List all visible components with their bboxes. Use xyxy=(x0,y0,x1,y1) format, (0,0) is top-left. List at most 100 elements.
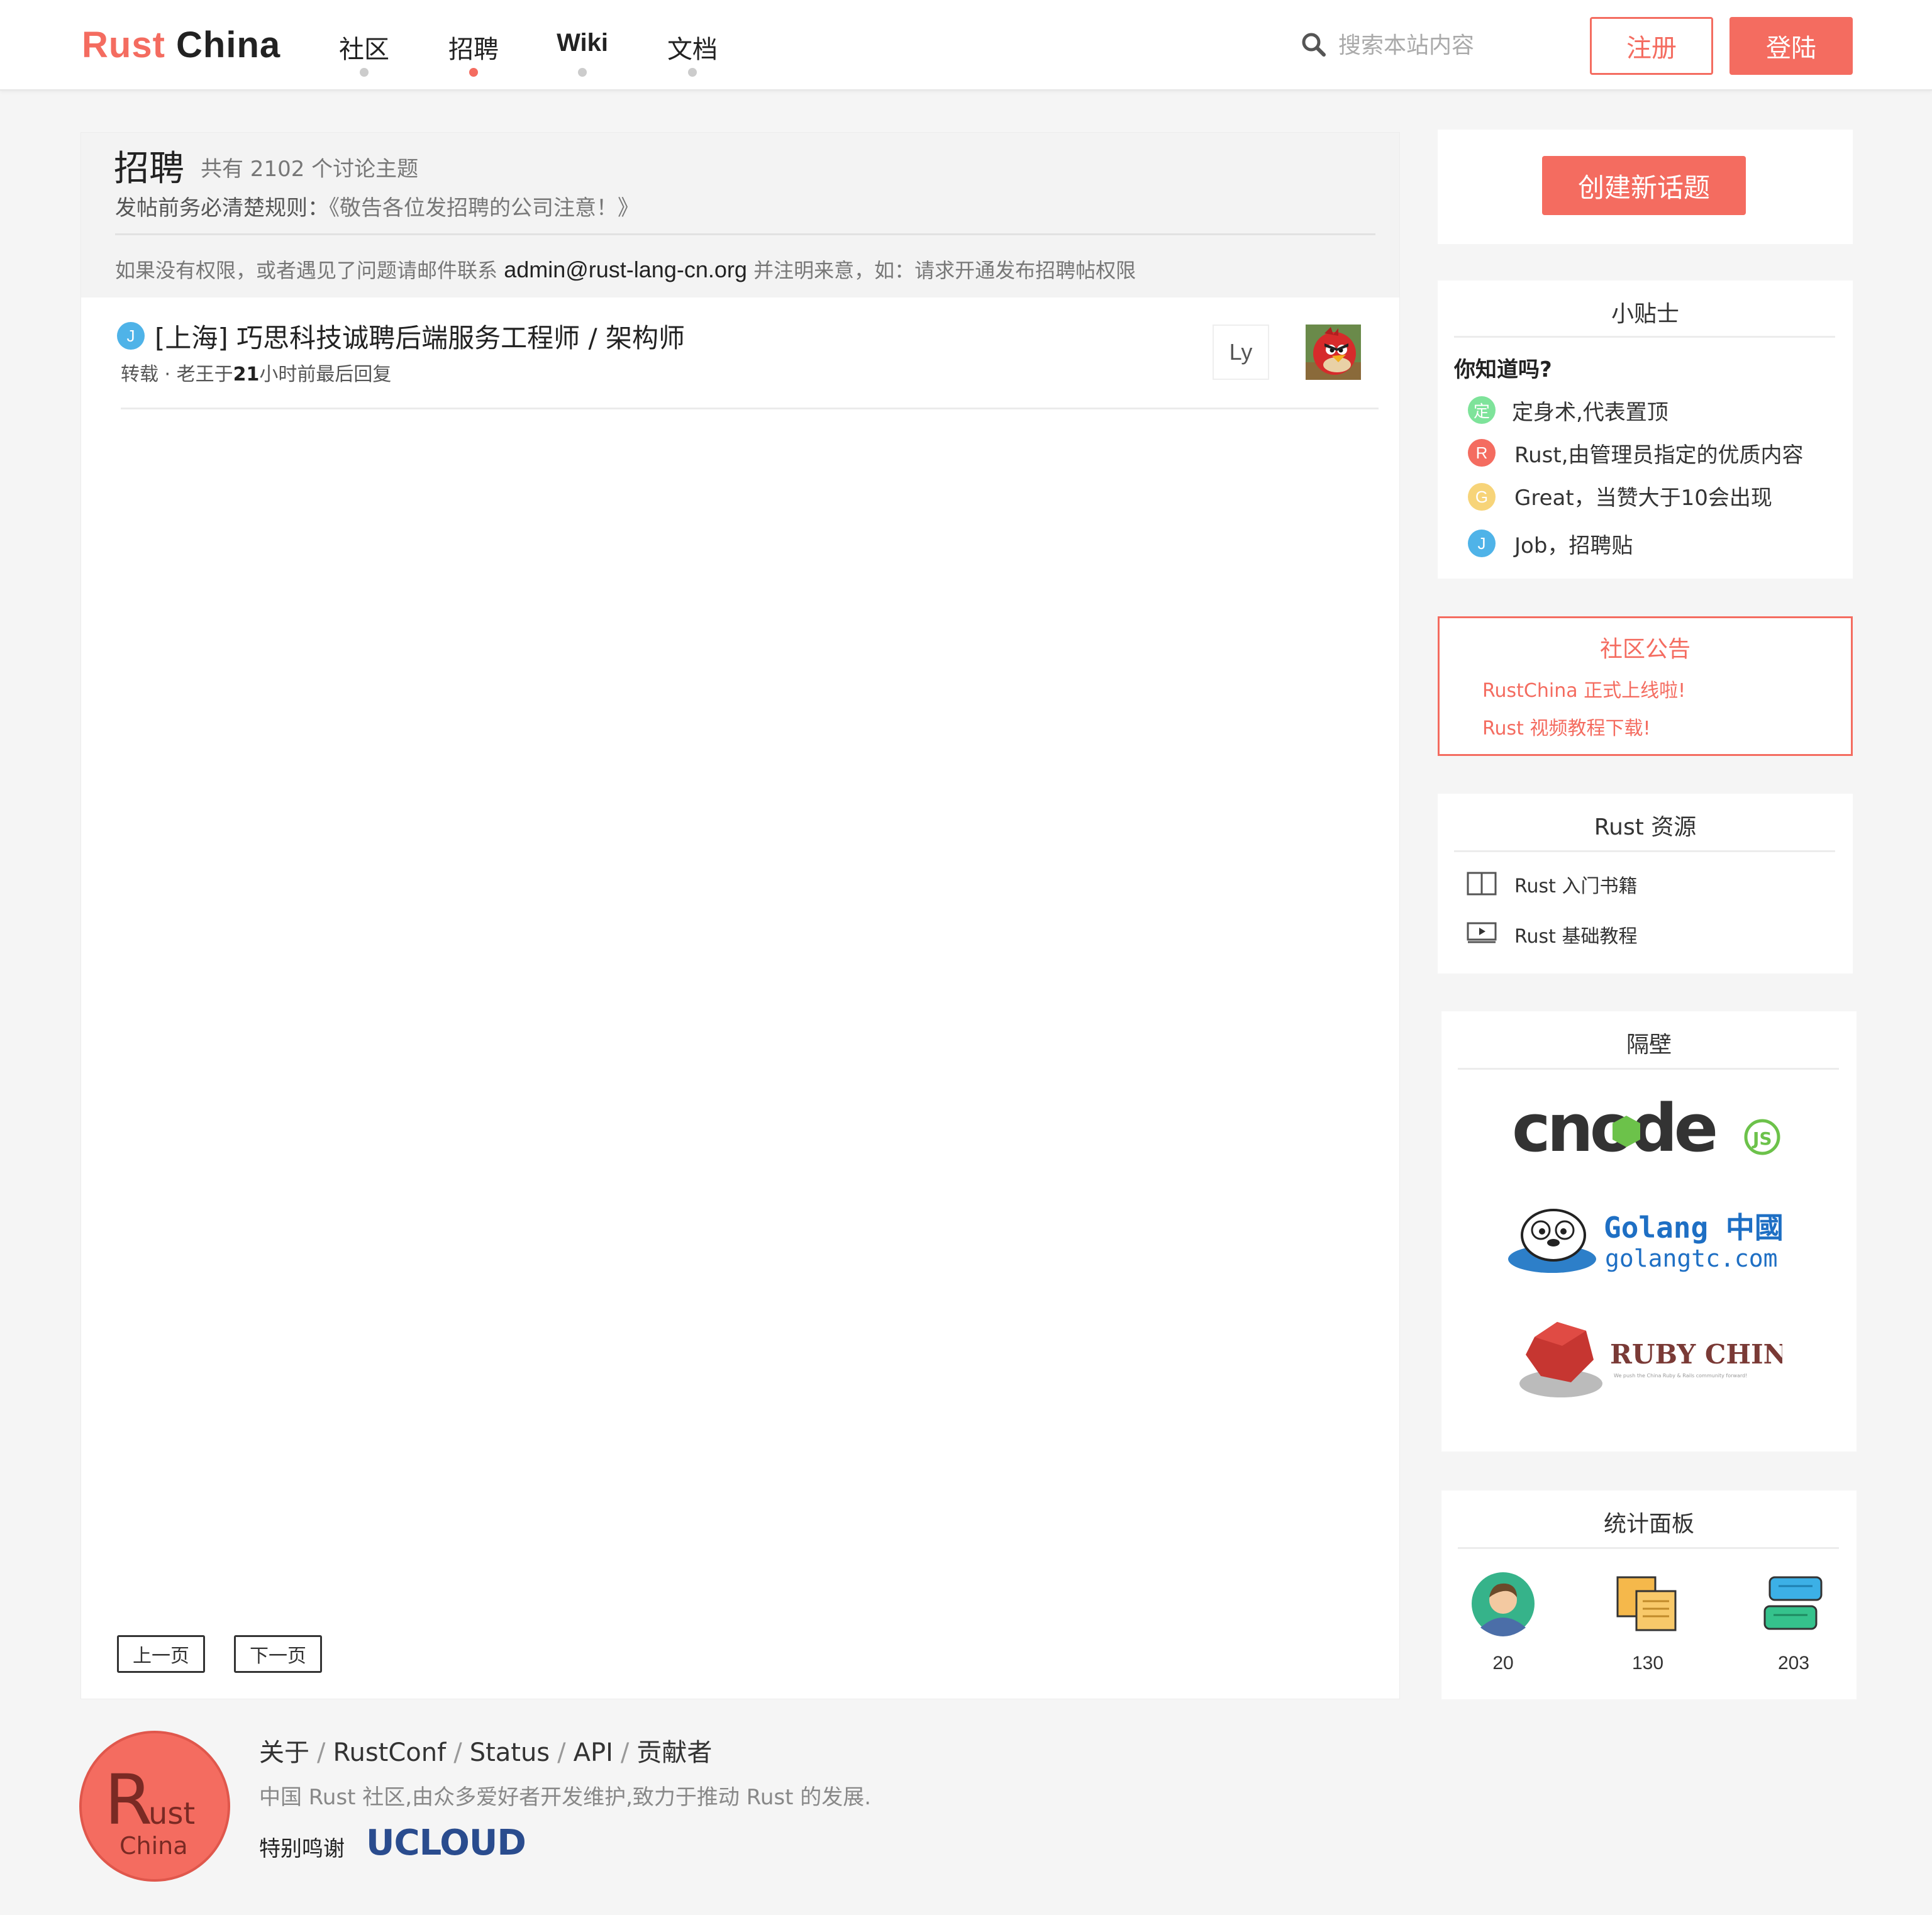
tips-title: 小贴士 xyxy=(1611,301,1679,327)
search-box xyxy=(1301,28,1565,63)
footer-link-contributors[interactable]: 贡献者 xyxy=(636,1738,712,1767)
footer-description: 中国 Rust 社区,由众多爱好者开发维护,致力于推动 Rust 的发展. xyxy=(259,1785,872,1810)
nav-docs[interactable]: 文档 xyxy=(665,29,719,79)
tip-job: Job，招聘贴 xyxy=(1514,533,1633,558)
resources-card: Rust 资源 xyxy=(1438,794,1853,974)
tip-great: Great，当赞大于10会出现 xyxy=(1514,486,1772,511)
ruby-china-logo[interactable]: RUBY CHINA We push the China Ruby & Rail… xyxy=(1518,1318,1809,1400)
site-logo[interactable]: Rust China xyxy=(82,24,280,66)
nav-wiki-label: Wiki xyxy=(557,29,608,57)
contact-email[interactable]: admin@rust-lang-cn.org xyxy=(504,257,747,282)
great-badge: G xyxy=(1468,483,1496,511)
reply-time-suffix: 小时前最后回复 xyxy=(259,364,392,386)
nav-community[interactable]: 社区 xyxy=(337,29,391,79)
link-separator: / xyxy=(453,1738,462,1767)
create-topic-button[interactable]: 创建新话题 xyxy=(1542,156,1746,215)
resource-link-tutorial[interactable]: Rust 基础教程 xyxy=(1514,921,1637,948)
ucloud-sponsor-logo[interactable]: UCLOUD xyxy=(366,1823,526,1863)
divider xyxy=(1458,1068,1839,1070)
svg-text:R: R xyxy=(104,1760,152,1840)
meta-separator: · xyxy=(158,364,177,386)
posting-rule: 发帖前务必清楚规则：《敬告各位发招聘的公司注意！》 xyxy=(115,191,639,221)
board-title: 招聘 xyxy=(114,148,184,189)
ruby-gem-graphic: RUBY CHINA We push the China Ruby & Rail… xyxy=(1519,1322,1809,1397)
job-badge: J xyxy=(117,322,145,350)
register-button[interactable]: 注册 xyxy=(1590,17,1713,75)
announcement-link[interactable]: RustChina 正式上线啦! xyxy=(1482,675,1685,702)
row-divider xyxy=(121,408,1379,409)
svg-text:China: China xyxy=(119,1832,188,1860)
documents-icon xyxy=(1616,1576,1677,1631)
brand-china: China xyxy=(176,25,281,65)
last-reply-user[interactable]: Ly xyxy=(1213,325,1269,380)
job-badge: J xyxy=(1468,530,1496,557)
top-navbar: Rust China 社区 招聘 Wiki 文档 注册 登陆 xyxy=(0,0,1932,91)
nav-indicator-dot xyxy=(688,68,697,77)
tip-rust: Rust,由管理员指定的优质内容 xyxy=(1514,443,1804,468)
announcement-link[interactable]: Rust 视频教程下载! xyxy=(1482,713,1650,740)
stat-topics: 130 xyxy=(1631,1653,1664,1674)
brand-rust: Rust xyxy=(82,25,165,65)
announcement-card: 社区公告 RustChina 正式上线啦! Rust 视频教程下载! xyxy=(1438,616,1853,756)
chat-icon xyxy=(1763,1576,1823,1630)
pinned-badge: 定 xyxy=(1468,396,1496,424)
prev-page-button[interactable]: 上一页 xyxy=(117,1635,205,1673)
search-input[interactable] xyxy=(1338,28,1552,63)
stat-replies: 203 xyxy=(1777,1653,1810,1674)
permission-note: 如果没有权限，或者遇见了问题请邮件联系 admin@rust-lang-cn.o… xyxy=(115,255,1136,284)
svg-text:Golang 中國: Golang 中國 xyxy=(1604,1211,1784,1245)
divider xyxy=(115,233,1375,235)
resource-link-books[interactable]: Rust 入门书籍 xyxy=(1514,870,1637,898)
next-page-button[interactable]: 下一页 xyxy=(234,1635,322,1673)
svg-text:JS: JS xyxy=(1752,1128,1772,1149)
video-icon xyxy=(1467,922,1497,943)
nav-community-label: 社区 xyxy=(339,35,389,64)
topic-author[interactable]: 老王于 xyxy=(177,364,233,386)
cnode-logo-graphic: cnode JS xyxy=(1512,1090,1780,1167)
footer-link-status[interactable]: Status xyxy=(470,1738,550,1767)
angry-bird-avatar[interactable] xyxy=(1306,325,1361,380)
rule-link[interactable]: 《敬告各位发招聘的公司注意！》 xyxy=(329,196,639,221)
nav-wiki[interactable]: Wiki xyxy=(555,29,610,79)
footer-link-about[interactable]: 关于 xyxy=(259,1738,309,1767)
note-suffix: 并注明来意，如：请求开通发布招聘帖权限 xyxy=(753,258,1136,282)
link-separator: / xyxy=(557,1738,566,1767)
footer-links: 关于 / RustConf / Status / API / 贡献者 xyxy=(259,1732,712,1768)
topic-title[interactable]: [上海] 巧思科技诚聘后端服务工程师 / 架构师 xyxy=(155,317,685,355)
tip-pinned: 定身术,代表置顶 xyxy=(1512,400,1668,425)
book-icon xyxy=(1467,872,1497,896)
topic-meta: 转载 · 老王于21小时前最后回复 xyxy=(121,358,391,386)
nav-jobs-label: 招聘 xyxy=(448,35,499,64)
login-button[interactable]: 登陆 xyxy=(1729,17,1853,75)
nav-indicator-dot xyxy=(360,68,369,77)
footer-link-api[interactable]: API xyxy=(574,1738,613,1767)
stats-title: 统计面板 xyxy=(1603,1511,1694,1537)
nav-docs-label: 文档 xyxy=(667,35,718,64)
note-prefix: 如果没有权限，或者遇见了问题请邮件联系 xyxy=(115,258,498,282)
search-icon[interactable] xyxy=(1301,31,1327,58)
svg-text:We push the China Ruby & Rails: We push the China Ruby & Rails community… xyxy=(1614,1373,1747,1379)
cnode-logo[interactable]: cnode JS xyxy=(1512,1090,1789,1167)
nav-jobs[interactable]: 招聘 xyxy=(447,29,501,79)
rust-china-footer-logo[interactable]: R ust China xyxy=(78,1729,231,1883)
announcement-title: 社区公告 xyxy=(1599,636,1690,662)
footer-link-rustconf[interactable]: RustConf xyxy=(333,1738,446,1767)
divider xyxy=(1458,1547,1839,1549)
golang-china-logo[interactable]: Golang 中國 golangtc.com xyxy=(1507,1202,1790,1278)
link-separator: / xyxy=(620,1738,630,1767)
neighbors-title: 隔壁 xyxy=(1626,1032,1672,1058)
footer-thanks: 特别鸣谢 xyxy=(259,1836,345,1862)
gopher-graphic: Golang 中國 golangtc.com xyxy=(1508,1209,1784,1273)
rule-label: 发帖前务必清楚规则： xyxy=(115,196,329,221)
nav-active-dot xyxy=(469,68,478,77)
tips-card: 小贴士 xyxy=(1438,280,1853,579)
board-header: 招聘 共有 2102 个讨论主题 发帖前务必清楚规则：《敬告各位发招聘的公司注意… xyxy=(81,133,1399,297)
reply-hours: 21 xyxy=(233,364,260,386)
topic-tag[interactable]: 转载 xyxy=(121,364,158,386)
resources-title: Rust 资源 xyxy=(1594,814,1697,840)
divider xyxy=(1454,850,1835,852)
svg-text:RUBY CHINA: RUBY CHINA xyxy=(1610,1339,1782,1370)
topic-count: 共有 2102 个讨论主题 xyxy=(201,157,419,182)
user-icon xyxy=(1472,1572,1535,1636)
divider xyxy=(1454,336,1835,338)
